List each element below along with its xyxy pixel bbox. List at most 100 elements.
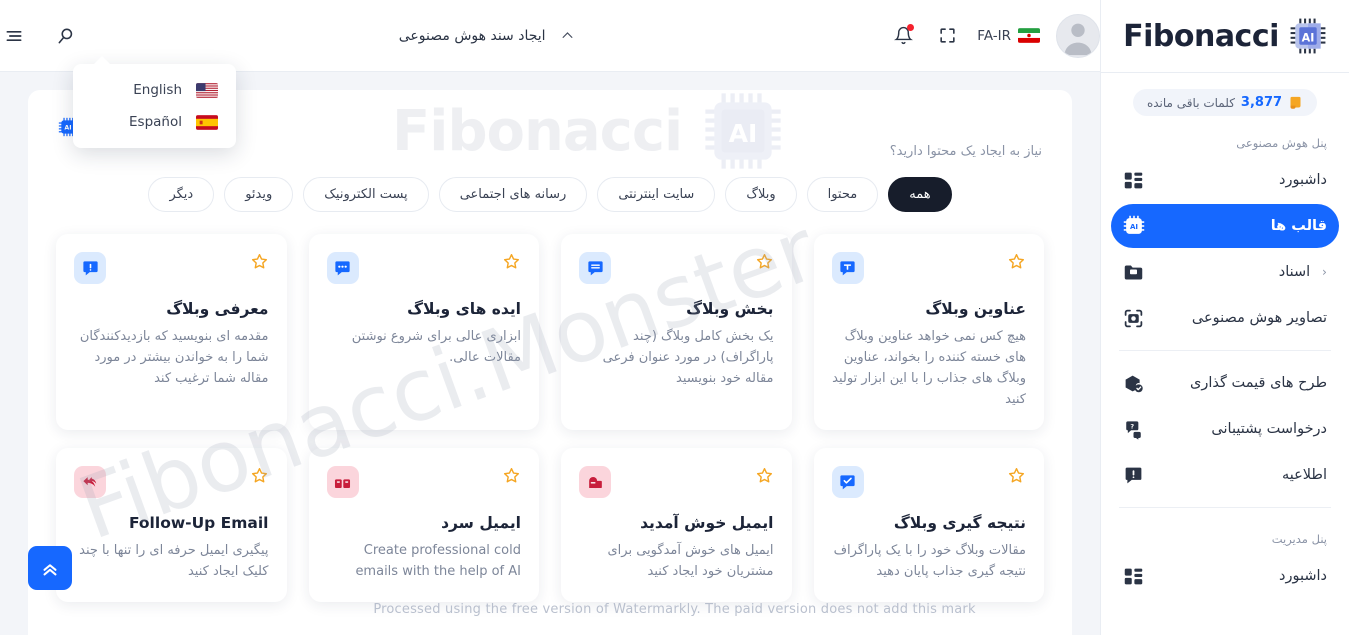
sidebar-item-label: تصاویر هوش مصنوعی (1191, 310, 1327, 326)
template-card-description: هیچ کس نمی خواهد عناوین وبلاگ های خسته ک… (832, 329, 1026, 408)
star-outline-icon[interactable] (250, 466, 269, 485)
avatar[interactable] (1056, 13, 1100, 58)
favorite-star-button[interactable] (250, 466, 269, 489)
chat-bubble-exclamation-icon (82, 260, 98, 275)
template-card-description: یک بخش کامل وبلاگ (چند پاراگراف) در مورد… (602, 329, 774, 387)
fullscreen-icon (940, 28, 955, 43)
template-card[interactable]: عناوین وبلاگ هیچ کس نمی خواهد عناوین وبلا… (813, 234, 1044, 431)
sidebar-toggle-button[interactable] (0, 22, 28, 50)
template-card[interactable]: ایده های وبلاگ ابزاری عالی برای شروع نوشت… (308, 234, 539, 431)
chevron-right-icon[interactable]: › (1322, 265, 1327, 279)
fullscreen-button[interactable] (933, 22, 961, 50)
template-icon-badge (579, 252, 611, 284)
favorite-star-button[interactable] (755, 252, 774, 275)
filter-pill-ویدئو[interactable]: ویدئو (224, 177, 294, 212)
filter-pill-سایت-اینترنتی[interactable]: سایت اینترنتی (597, 177, 716, 212)
template-card-header (579, 252, 774, 284)
svg-text:AI: AI (64, 125, 71, 132)
hamburger-menu-icon (6, 30, 22, 41)
star-outline-icon[interactable] (1007, 466, 1026, 485)
language-selector-button[interactable]: FA-IR (977, 28, 1040, 44)
chat-bubble-t-icon (840, 260, 855, 275)
sidebar-divider (1119, 350, 1331, 351)
dashboard-grid-icon-wrap (1123, 170, 1144, 191)
language-option-english[interactable]: English (73, 74, 236, 106)
ai-chip-icon: AI (1290, 18, 1326, 54)
sidebar-item-داشبورد[interactable]: داشبورد (1111, 158, 1339, 202)
category-filter-pills: همه محتوا وبلاگ سایت اینترنتی رسانه های اجتم… (28, 177, 1072, 212)
filter-pill-label: دیگر (169, 187, 194, 202)
sidebar-item-تصاویر-هوش-مصنوعی[interactable]: تصاویر هوش مصنوعی (1111, 296, 1339, 340)
sidebar-item-اسناد[interactable]: اسناد › (1111, 250, 1339, 294)
spain-flag-icon (196, 114, 218, 130)
app-root: AI Fibonacci قالب ها (0, 0, 1349, 635)
pricing-tag-icon-wrap (1123, 373, 1144, 394)
announcement-icon-wrap (1123, 465, 1144, 486)
star-outline-icon[interactable] (502, 466, 521, 485)
template-card[interactable]: بخش وبلاگ یک بخش کامل وبلاگ (چند پاراگراف… (561, 234, 792, 431)
iran-flag-icon (1018, 28, 1040, 43)
favorite-star-button[interactable] (1007, 252, 1026, 275)
sidebar: AI Fibonacci 3,877 کلمات باقی مانده پنل … (1100, 0, 1349, 635)
template-icon-badge (74, 252, 106, 284)
filter-pill-محتوا[interactable]: محتوا (806, 177, 879, 212)
filter-pill-پست-الکترونیک[interactable]: پست الکترونیک (303, 177, 429, 212)
camera-icon (1124, 309, 1143, 327)
star-outline-icon[interactable] (250, 252, 269, 271)
sidebar-item-قالب-ها[interactable]: AI قالب ها (1111, 204, 1339, 248)
star-outline-icon[interactable] (502, 252, 521, 271)
sidebar-navigation: پنل هوش مصنوعی داشبورد AI قالب ها اسناد › تصاو… (1101, 122, 1349, 598)
favorite-star-button[interactable] (502, 466, 521, 489)
filter-pill-دیگر[interactable]: دیگر (148, 177, 215, 212)
template-card[interactable]: نتیجه گیری وبلاگ مقالات وبلاگ خود را با ی… (813, 448, 1044, 603)
template-card[interactable]: معرفی وبلاگ مقدمه ای بنویسید که بازدیدکنن… (56, 234, 287, 431)
filter-pill-وبلاگ[interactable]: وبلاگ (725, 177, 797, 212)
document-title-group[interactable]: ایجاد سند هوش مصنوعی (399, 28, 575, 44)
filter-pill-label: محتوا (827, 187, 858, 202)
sidebar-item-اطلاعیه[interactable]: اطلاعیه (1111, 453, 1339, 497)
dashboard-grid-icon-wrap (1123, 566, 1144, 587)
search-button[interactable] (52, 22, 80, 50)
favorite-star-button[interactable] (250, 252, 269, 275)
star-outline-icon[interactable] (755, 252, 774, 271)
star-outline-icon[interactable] (1007, 252, 1026, 271)
sidebar-item-طرح-های-قیمت-گذاری[interactable]: طرح های قیمت گذاری (1111, 361, 1339, 405)
language-option-spanish[interactable]: Español (73, 106, 236, 138)
folder-icon (1124, 265, 1143, 279)
favorite-star-button[interactable] (755, 466, 774, 489)
double-chevron-up-icon (43, 564, 57, 576)
filter-pill-همه[interactable]: همه (888, 177, 952, 212)
dashboard-grid-icon (1124, 568, 1143, 584)
sidebar-section-title: پنل هوش مصنوعی (1236, 136, 1327, 150)
scroll-to-top-button[interactable] (28, 546, 72, 590)
star-outline-icon[interactable] (755, 466, 774, 485)
folder-icon-wrap (1123, 262, 1144, 283)
user-avatar-icon (1064, 23, 1092, 55)
notifications-button[interactable] (889, 22, 917, 50)
template-card-title: عناوین وبلاگ (925, 300, 1026, 318)
favorite-star-button[interactable] (1007, 466, 1026, 489)
template-card[interactable]: ایمیل سرد Create professional cold emails… (308, 448, 539, 603)
filter-pill-label: ویدئو (245, 187, 273, 202)
template-card[interactable]: Follow-Up Email پیگیری ایمیل حرفه ای را ت… (56, 448, 287, 603)
template-card-title: ایمیل خوش آمدید (640, 514, 774, 533)
header-right-group (0, 22, 102, 50)
pricing-tag-icon (1125, 375, 1143, 392)
sidebar-item-درخواست-پشتیبانی[interactable]: ? درخواست پشتیبانی (1111, 407, 1339, 451)
template-card[interactable]: ایمیل خوش آمدید ایمیل های خوش آمدگویی برا… (561, 448, 792, 603)
support-chat-icon-wrap: ? (1123, 419, 1144, 440)
notification-badge-dot (907, 23, 915, 31)
chevron-up-icon[interactable] (560, 28, 575, 43)
favorite-star-button[interactable] (502, 252, 521, 275)
scroll-icon (1290, 96, 1301, 109)
template-card-header (579, 466, 774, 499)
filter-pill-label: وبلاگ (746, 187, 776, 202)
word-credit-label: کلمات باقی مانده (1146, 95, 1235, 110)
sidebar-item-داشبورد[interactable]: داشبورد (1111, 554, 1339, 598)
dashboard-grid-icon (1124, 172, 1143, 188)
brand-logo-group[interactable]: AI Fibonacci (1101, 0, 1349, 72)
template-icon-badge (831, 466, 864, 499)
filter-pill-label: همه (909, 187, 931, 202)
word-credit-badge: 3,877 کلمات باقی مانده (1132, 89, 1318, 116)
filter-pill-رسانه-های-اجتماعی[interactable]: رسانه های اجتماعی (438, 177, 588, 212)
